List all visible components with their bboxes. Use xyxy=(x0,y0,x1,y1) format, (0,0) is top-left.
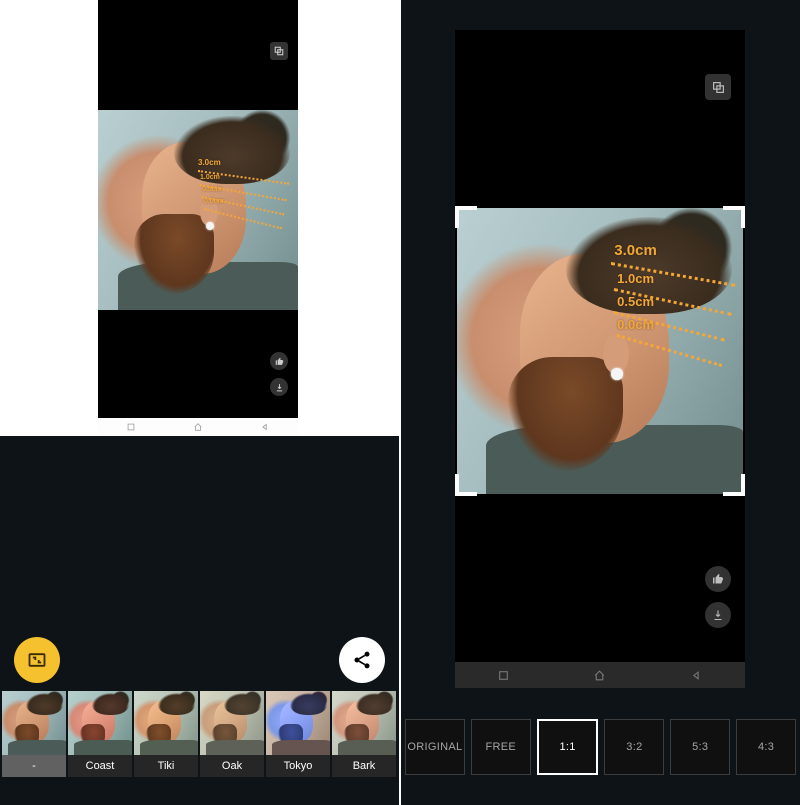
aspect-fab[interactable] xyxy=(14,637,60,683)
filter-label: Bark xyxy=(332,755,396,777)
edited-photo[interactable]: 3.0cm 1.0cm 0.5cm 0.0cm xyxy=(98,110,298,310)
compare-button[interactable] xyxy=(270,42,288,60)
home-icon[interactable] xyxy=(593,669,606,682)
back-icon[interactable] xyxy=(690,669,703,682)
thumbs-up-icon xyxy=(275,357,284,366)
ratio-4-3[interactable]: 4:3 xyxy=(736,719,796,775)
crop-handle-br[interactable] xyxy=(723,474,745,496)
ratio-1-1[interactable]: 1:1 xyxy=(537,719,599,775)
filter--[interactable]: - xyxy=(2,691,66,777)
filter-thumbnail xyxy=(332,691,396,755)
download-button-right[interactable] xyxy=(705,602,731,628)
filter-label: Tokyo xyxy=(266,755,330,777)
crop-handle-tr[interactable] xyxy=(723,206,745,228)
ratio-3-2[interactable]: 3:2 xyxy=(604,719,664,775)
back-icon[interactable] xyxy=(260,422,270,432)
filter-coast[interactable]: Coast xyxy=(68,691,132,777)
like-button-right[interactable] xyxy=(705,566,731,592)
crop-handle-bl[interactable] xyxy=(455,474,477,496)
aspect-ratio-icon xyxy=(27,650,47,670)
compare-icon xyxy=(274,46,284,56)
filter-oak[interactable]: Oak xyxy=(200,691,264,777)
ratio-original[interactable]: ORIGINAL xyxy=(405,719,465,775)
share-icon xyxy=(352,650,372,670)
filter-strip[interactable]: -CoastTikiOakTokyoBark xyxy=(0,691,399,777)
measure-1: 1.0cm xyxy=(200,174,220,181)
thumbs-up-icon xyxy=(712,573,724,585)
measure-1-big: 1.0cm xyxy=(617,271,654,286)
ratio-5-3[interactable]: 5:3 xyxy=(670,719,730,775)
ratio-strip[interactable]: ORIGINALFREE1:13:25:34:3 xyxy=(401,719,800,775)
download-icon xyxy=(712,609,724,621)
filter-label: Oak xyxy=(200,755,264,777)
android-nav-bar-right xyxy=(455,662,745,688)
filter-thumbnail xyxy=(134,691,198,755)
filter-label: Tiki xyxy=(134,755,198,777)
filter-thumbnail xyxy=(266,691,330,755)
filter-tiki[interactable]: Tiki xyxy=(134,691,198,777)
recent-apps-icon[interactable] xyxy=(497,669,510,682)
ratio-free[interactable]: FREE xyxy=(471,719,531,775)
share-fab[interactable] xyxy=(339,637,385,683)
android-nav-bar xyxy=(98,418,298,436)
filter-thumbnail xyxy=(68,691,132,755)
phone-viewport: 3.0cm 1.0cm 0.5cm 0.0cm xyxy=(98,0,298,418)
measure-0: 3.0cm xyxy=(198,158,221,167)
phone-mock: 3.0cm 1.0cm 0.5cm 0.0cm xyxy=(98,0,298,436)
filter-tokyo[interactable]: Tokyo xyxy=(266,691,330,777)
filter-label: - xyxy=(2,755,66,777)
download-button[interactable] xyxy=(270,378,288,396)
recent-apps-icon[interactable] xyxy=(126,422,136,432)
crop-handle-tl[interactable] xyxy=(455,206,477,228)
measure-0-big: 3.0cm xyxy=(614,242,657,259)
compare-icon xyxy=(712,81,725,94)
left-panel: 3.0cm 1.0cm 0.5cm 0.0cm xyxy=(0,0,399,805)
filter-thumbnail xyxy=(200,691,264,755)
right-panel: 3.0cm 1.0cm 0.5cm 0.0cm ORIGINALFREE1:13… xyxy=(401,0,800,805)
download-icon xyxy=(275,383,284,392)
compare-button-right[interactable] xyxy=(705,74,731,100)
home-icon[interactable] xyxy=(193,422,203,432)
filter-label: Coast xyxy=(68,755,132,777)
crop-frame[interactable]: 3.0cm 1.0cm 0.5cm 0.0cm xyxy=(457,208,743,494)
filter-bark[interactable]: Bark xyxy=(332,691,396,777)
filter-thumbnail xyxy=(2,691,66,755)
like-button[interactable] xyxy=(270,352,288,370)
